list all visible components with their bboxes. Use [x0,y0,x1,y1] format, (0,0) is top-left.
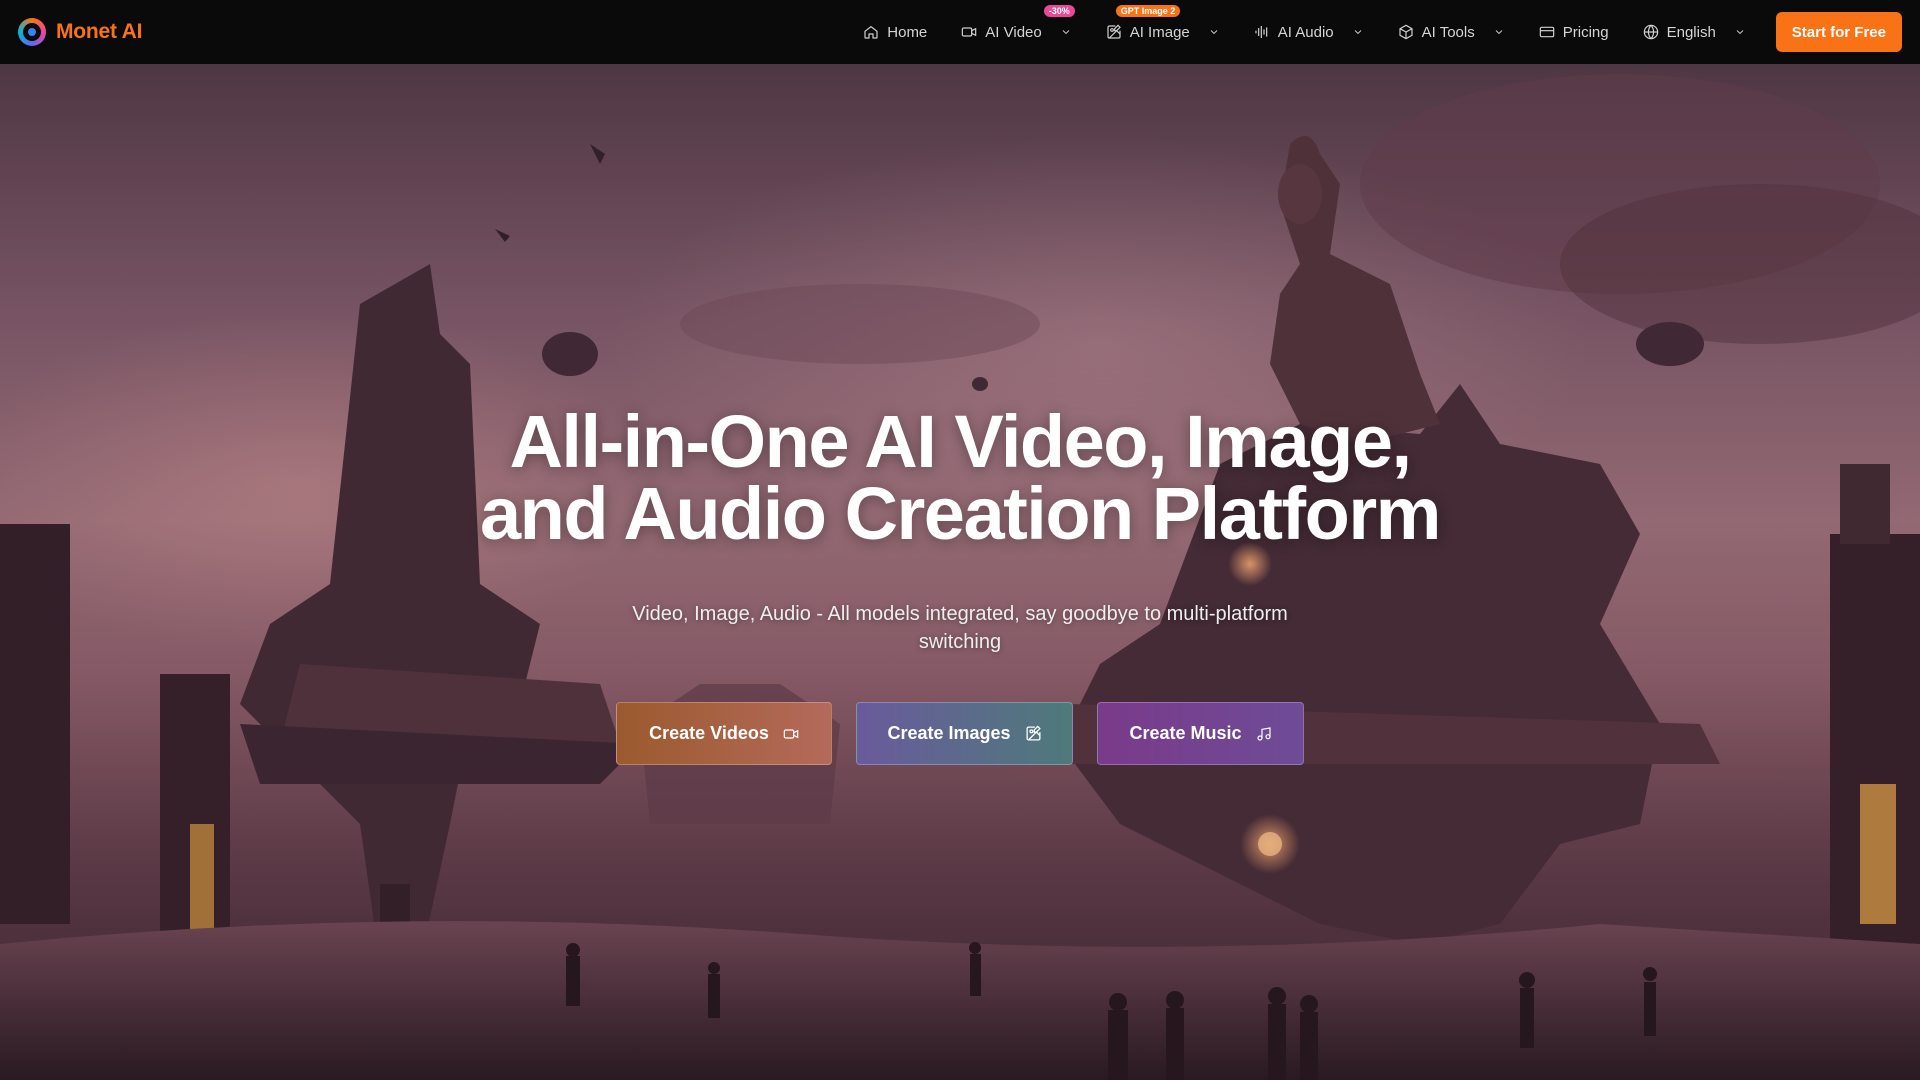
video-icon [783,728,799,739]
credit-card-icon [1539,26,1555,38]
brand-logo-link[interactable]: Monet AI [18,18,142,46]
brand-name: Monet AI [56,20,143,43]
button-label: Create Videos [649,723,769,743]
nav-item-ai-audio[interactable]: AI Audio [1237,12,1381,52]
nav-menu: Home -30% AI Video GPT Image 2 AI Image … [846,5,1902,52]
nav-item-label: AI Image [1129,23,1190,41]
language-label: English [1666,23,1716,41]
audio-wave-icon [1255,26,1268,38]
cube-icon [1399,24,1413,40]
image-edit-icon [1026,725,1041,741]
create-videos-button[interactable]: Create Videos [616,702,832,765]
image-edit-icon [1107,24,1121,39]
nav-item-label: Pricing [1562,23,1609,41]
create-music-button[interactable]: Create Music [1097,702,1304,765]
hero-cta-group: Create Videos Create Images Create Music [616,702,1304,765]
video-icon [962,27,977,37]
hero-content: All-in-One AI Video, Image, and Audio Cr… [0,64,1920,1080]
nav-item-ai-video[interactable]: -30% AI Video [944,5,1088,52]
nav-item-ai-tools[interactable]: AI Tools [1381,12,1522,52]
music-note-icon [1256,726,1271,741]
gpt-image-badge: GPT Image 2 [1115,5,1181,17]
top-navbar: Monet AI Home -30% AI Video GPT Image 2 … [0,0,1920,64]
nav-item-label: AI Video [985,23,1042,41]
hero-section: All-in-One AI Video, Image, and Audio Cr… [0,64,1920,1080]
language-selector[interactable]: English [1626,12,1763,52]
monet-logo-icon [18,18,46,46]
hero-subtitle: Video, Image, Audio - All models integra… [632,603,1288,653]
button-label: Create Music [1129,723,1242,743]
chevron-down-icon [1062,30,1070,35]
headline-line-2: and Audio Creation Platform [480,472,1441,555]
nav-item-ai-image[interactable]: GPT Image 2 AI Image [1089,5,1237,52]
nav-item-label: AI Tools [1421,23,1475,41]
start-for-free-button[interactable]: Start for Free [1775,12,1902,52]
nav-item-pricing[interactable]: Pricing [1522,12,1626,52]
home-icon [864,25,878,39]
headline-line-1: All-in-One AI Video, Image, [509,400,1412,483]
chevron-down-icon [1354,30,1361,35]
nav-item-label: AI Audio [1277,23,1334,41]
nav-item-label: Home [887,23,928,41]
chevron-down-icon [1210,30,1218,35]
globe-icon [1643,24,1658,40]
chevron-down-icon [1495,30,1503,35]
create-images-button[interactable]: Create Images [856,702,1073,765]
hero-headline: All-in-One AI Video, Image, and Audio Cr… [460,405,1460,551]
button-label: Create Images [887,723,1011,743]
discount-badge: -30% [1043,5,1075,17]
nav-item-home[interactable]: Home [846,12,944,52]
chevron-down-icon [1736,30,1744,35]
